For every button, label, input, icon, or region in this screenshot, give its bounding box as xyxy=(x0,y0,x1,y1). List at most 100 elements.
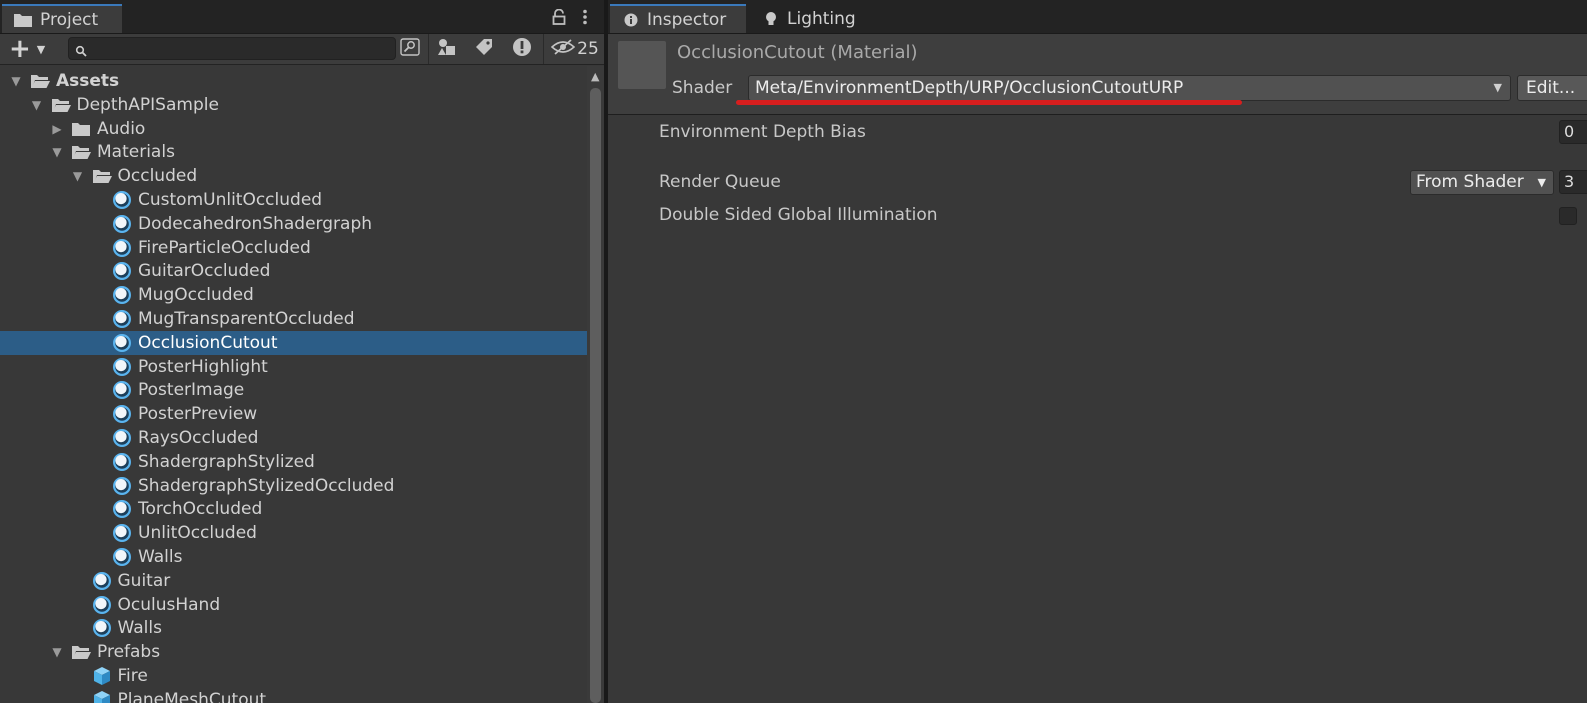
open-search-window-icon xyxy=(400,38,420,60)
tree-item[interactable]: DodecahedronShadergraph xyxy=(0,212,587,236)
tree-item[interactable]: Walls xyxy=(0,545,587,569)
lock-icon[interactable] xyxy=(549,6,569,28)
tree-item-label: ShadergraphStylizedOccluded xyxy=(138,475,395,496)
tab-inspector[interactable]: Inspector xyxy=(610,4,746,33)
render-queue-label: Render Queue xyxy=(659,172,781,192)
shader-dropdown[interactable]: Meta/EnvironmentDepth/URP/OcclusionCutou… xyxy=(748,75,1511,101)
more-options-icon[interactable] xyxy=(575,6,595,28)
tree-item[interactable]: PosterPreview xyxy=(0,402,587,426)
vertical-scrollbar[interactable]: ▲ xyxy=(587,66,604,703)
tree-item[interactable]: Guitar xyxy=(0,569,587,593)
tree-item-label: UnlitOccluded xyxy=(138,523,257,544)
material-icon xyxy=(112,404,132,424)
edit-shader-button[interactable]: Edit... xyxy=(1517,75,1587,101)
tree-item[interactable]: PlaneMeshCutout xyxy=(0,688,587,703)
tree-item[interactable]: TorchOccluded xyxy=(0,497,587,521)
scrollbar-thumb[interactable] xyxy=(590,88,601,703)
lightbulb-icon xyxy=(762,11,780,27)
material-icon xyxy=(92,595,112,615)
tree-item[interactable]: OcclusionCutout xyxy=(0,330,587,355)
shapes-icon xyxy=(437,38,457,60)
material-icon xyxy=(112,380,132,400)
search-by-type-button[interactable] xyxy=(398,37,422,61)
tree-item-label: RaysOccluded xyxy=(138,428,259,448)
material-icon xyxy=(112,238,132,258)
tree-item[interactable]: Fire xyxy=(0,664,587,688)
material-icon xyxy=(112,214,132,234)
material-icon xyxy=(112,285,132,305)
tree-item[interactable]: ▶ Audio xyxy=(0,117,587,141)
shader-label: Shader xyxy=(672,78,733,98)
tree-item-label: Walls xyxy=(138,547,183,567)
double-sided-gi-checkbox[interactable] xyxy=(1559,207,1577,225)
create-asset-button[interactable]: + ▼ xyxy=(6,36,50,62)
tree-item[interactable]: PosterHighlight xyxy=(0,355,587,379)
collapsed-arrow-icon[interactable]: ▶ xyxy=(51,122,63,136)
tag-icon xyxy=(475,38,493,60)
tree-item[interactable]: UnlitOccluded xyxy=(0,521,587,545)
material-icon xyxy=(112,476,132,496)
tree-item[interactable]: OculusHand xyxy=(0,593,587,617)
tree-item[interactable]: ▼ Materials xyxy=(0,140,587,164)
depth-bias-label: Environment Depth Bias xyxy=(659,122,866,142)
tree-item-label: PosterHighlight xyxy=(138,356,268,377)
project-tree: ▼ Assets ▼ DepthAPISample ▶ Audio ▼ Materials ▼ O… xyxy=(0,66,587,703)
search-input[interactable] xyxy=(91,39,391,58)
search-field[interactable] xyxy=(68,37,396,60)
tree-item[interactable]: ▼ Prefabs xyxy=(0,640,587,664)
expanded-arrow-icon[interactable]: ▼ xyxy=(31,98,43,112)
tree-item[interactable]: ▼ Assets xyxy=(0,69,587,93)
folder-open-icon xyxy=(71,642,91,662)
tree-item[interactable]: ShadergraphStylizedOccluded xyxy=(0,474,587,498)
render-queue-dropdown[interactable]: From Shader ▼ xyxy=(1410,170,1554,195)
tree-item[interactable]: GuitarOccluded xyxy=(0,259,587,283)
depth-bias-field[interactable]: 0 xyxy=(1559,120,1587,144)
folder-icon xyxy=(71,119,91,139)
tree-item-label: TorchOccluded xyxy=(138,499,263,520)
project-panel: Project + ▼ 25 ▼ Assets ▼ DepthAPISample… xyxy=(0,0,604,703)
filter-by-type-button[interactable] xyxy=(434,37,460,61)
material-icon xyxy=(112,190,132,210)
tree-item[interactable]: MugTransparentOccluded xyxy=(0,307,587,331)
tree-item[interactable]: ShadergraphStylized xyxy=(0,450,587,474)
expanded-arrow-icon[interactable]: ▼ xyxy=(51,645,63,659)
tree-item[interactable]: ▼ DepthAPISample xyxy=(0,93,587,117)
log-filter-button[interactable] xyxy=(509,37,535,61)
inspector-tab-bar: Inspector Lighting xyxy=(608,0,1587,34)
tab-lighting[interactable]: Lighting xyxy=(756,4,876,33)
warning-icon xyxy=(512,37,532,61)
tree-item-label: OcclusionCutout xyxy=(138,332,278,353)
material-icon xyxy=(112,261,132,281)
inspector-panel: Inspector Lighting OcclusionCutout (Mate… xyxy=(608,0,1587,703)
hidden-packages-toggle[interactable]: 25 xyxy=(549,37,601,61)
tree-item-label: Guitar xyxy=(117,570,171,591)
tab-label: Project xyxy=(40,9,99,30)
tree-item[interactable]: RaysOccluded xyxy=(0,426,587,450)
tree-item[interactable]: CustomUnlitOccluded xyxy=(0,188,587,212)
project-tab-bar: Project xyxy=(0,0,604,34)
tree-item[interactable]: Walls xyxy=(0,616,587,640)
tree-item[interactable]: MugOccluded xyxy=(0,283,587,307)
filter-by-label-button[interactable] xyxy=(471,37,497,61)
tab-project[interactable]: Project xyxy=(2,4,122,33)
expanded-arrow-icon[interactable]: ▼ xyxy=(72,169,84,183)
tree-item[interactable]: PosterImage xyxy=(0,378,587,402)
tab-label: Lighting xyxy=(787,8,856,29)
scroll-up-icon[interactable]: ▲ xyxy=(591,70,599,83)
material-icon xyxy=(112,309,132,329)
material-title: OcclusionCutout (Material) xyxy=(677,42,918,63)
tree-item[interactable]: ▼ Occluded xyxy=(0,164,587,188)
render-queue-field[interactable]: 3 xyxy=(1559,170,1587,194)
material-icon xyxy=(112,523,132,543)
tree-item-label: PosterImage xyxy=(138,380,245,401)
material-icon xyxy=(112,428,132,448)
tree-item[interactable]: FireParticleOccluded xyxy=(0,236,587,260)
expanded-arrow-icon[interactable]: ▼ xyxy=(10,74,22,88)
hidden-count: 25 xyxy=(577,39,599,59)
tree-item-label: OculusHand xyxy=(117,594,221,615)
expanded-arrow-icon[interactable]: ▼ xyxy=(51,145,63,159)
tree-item-label: CustomUnlitOccluded xyxy=(138,190,323,210)
folder-open-icon xyxy=(71,142,91,162)
folder-open-icon xyxy=(51,95,71,115)
render-queue-mode: From Shader xyxy=(1416,172,1524,192)
